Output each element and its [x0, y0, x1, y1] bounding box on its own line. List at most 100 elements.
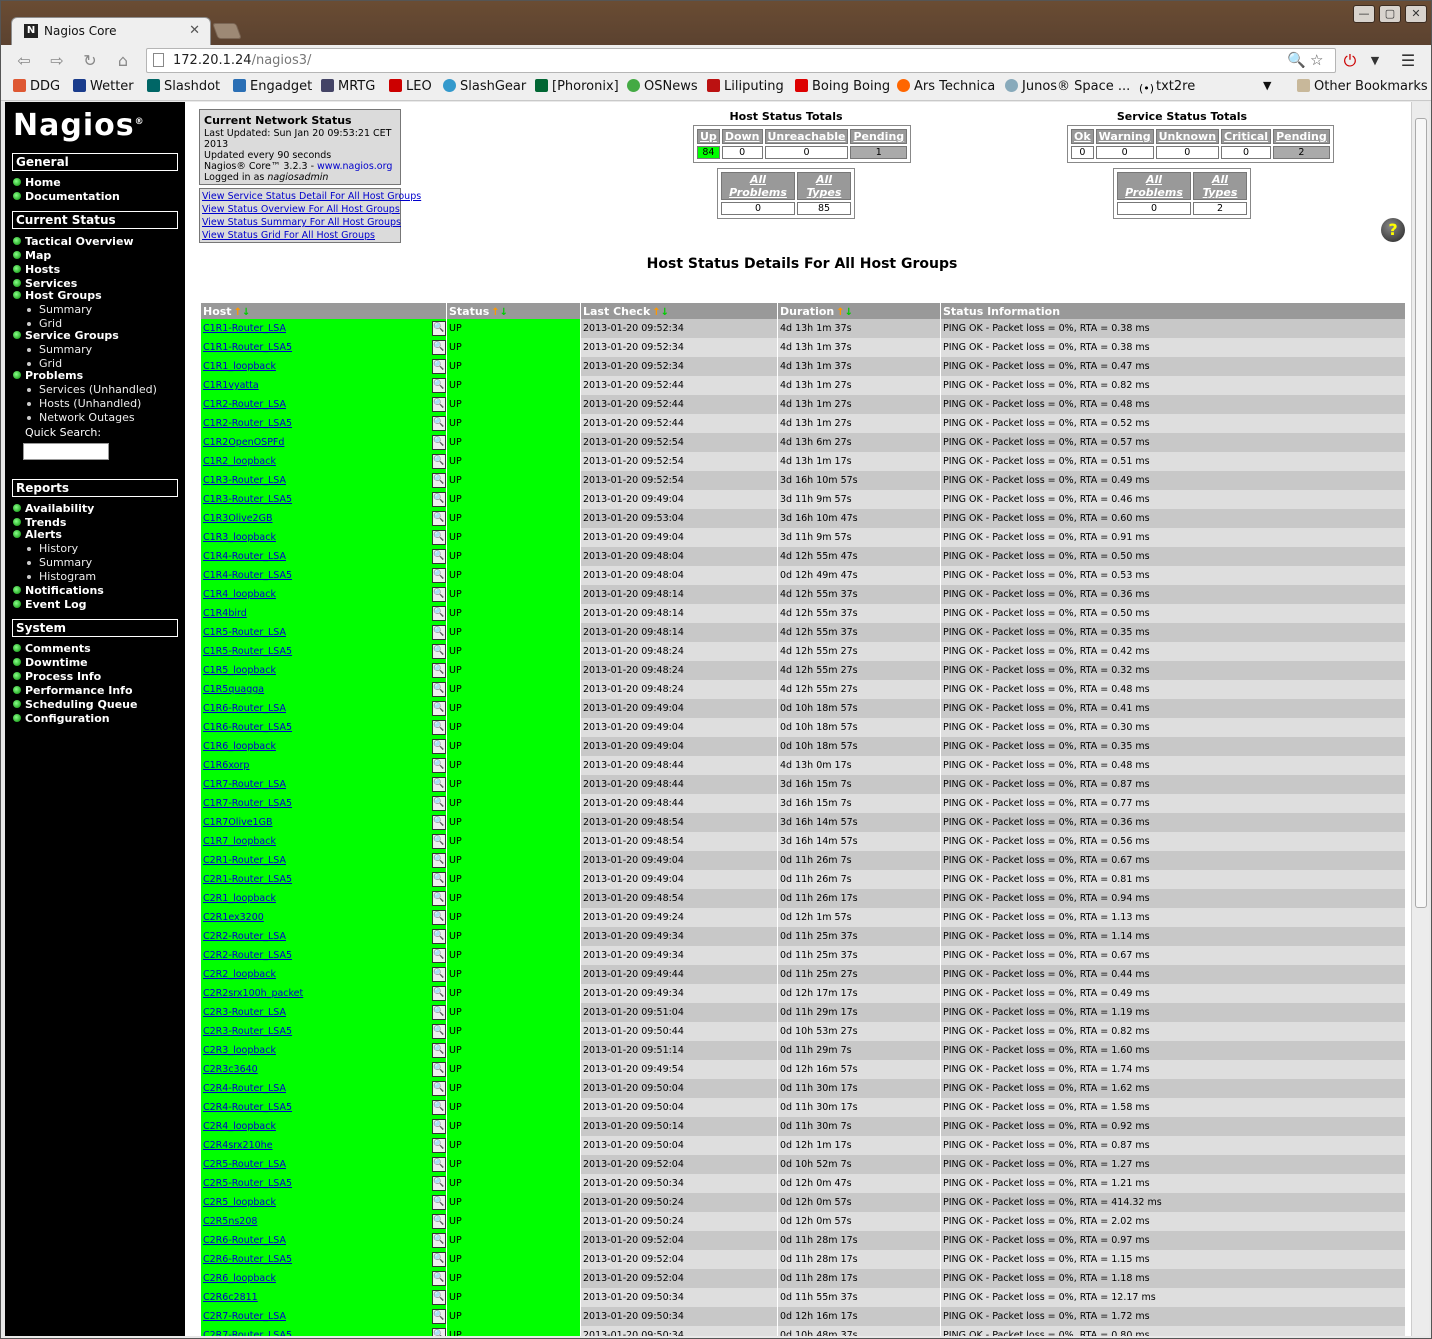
service-details-icon[interactable]: 🔍 — [432, 834, 446, 849]
nav-alerts-history[interactable]: History — [26, 542, 78, 555]
service-details-icon[interactable]: 🔍 — [432, 1043, 446, 1058]
service-details-icon[interactable]: 🔍 — [432, 1195, 446, 1210]
service-details-icon[interactable]: 🔍 — [432, 644, 446, 659]
nav-problems[interactable]: Problems — [12, 369, 83, 382]
nav-alerts[interactable]: Alerts — [13, 528, 62, 541]
bookmark-wetter[interactable]: Wetter — [73, 79, 134, 94]
host-link[interactable]: C2R5ns208 — [203, 1216, 257, 1227]
host-link[interactable]: C2R6-Router_LSA — [203, 1235, 286, 1246]
tab-close-icon[interactable]: ✕ — [189, 23, 200, 38]
nav-comments[interactable]: Comments — [13, 642, 91, 655]
nav-alerts-summary[interactable]: Summary — [26, 556, 92, 569]
nav-alerts-histogram[interactable]: Histogram — [26, 570, 96, 583]
nav-availability[interactable]: Availability — [12, 502, 94, 515]
host-unreachable-header[interactable]: Unreachable — [764, 129, 849, 144]
bookmarks-overflow-icon[interactable]: ▼ — [1263, 79, 1271, 92]
service-details-icon[interactable]: 🔍 — [432, 1062, 446, 1077]
host-link[interactable]: C2R1-Router_LSA — [203, 855, 286, 866]
service-details-icon[interactable]: 🔍 — [432, 986, 446, 1001]
host-link[interactable]: C2R2-Router_LSA5 — [203, 950, 292, 961]
bookmark-boing-boing[interactable]: Boing Boing — [795, 79, 890, 94]
service-details-icon[interactable]: 🔍 — [432, 967, 446, 982]
nav-servicegroup-summary[interactable]: Summary — [26, 343, 92, 356]
help-icon[interactable]: ? — [1381, 218, 1405, 242]
service-details-icon[interactable]: 🔍 — [432, 1233, 446, 1248]
host-link[interactable]: C1R1-Router_LSA5 — [203, 342, 292, 353]
bookmark-slashgear[interactable]: SlashGear — [443, 79, 526, 94]
service-details-icon[interactable]: 🔍 — [432, 473, 446, 488]
nav-hosts-unhandled[interactable]: Hosts (Unhandled) — [26, 397, 141, 410]
host-link[interactable]: C1R5-Router_LSA — [203, 627, 286, 638]
host-link[interactable]: C2R4srx210he — [203, 1140, 273, 1151]
host-link[interactable]: C2R6c2811 — [203, 1292, 258, 1303]
service-details-icon[interactable]: 🔍 — [432, 1214, 446, 1229]
sort-arrows-icon[interactable]: ↑↓ — [652, 307, 669, 318]
bookmark-ddg[interactable]: DDG — [13, 79, 60, 94]
nav-tactical-overview[interactable]: Tactical Overview — [13, 235, 134, 248]
service-details-icon[interactable]: 🔍 — [432, 511, 446, 526]
service-details-icon[interactable]: 🔍 — [432, 682, 446, 697]
host-all-types-header[interactable]: All Types — [797, 172, 851, 200]
address-bar[interactable]: 172.20.1.24/nagios3/ 🔍 ☆ — [146, 48, 1336, 73]
host-link[interactable]: C1R2-Router_LSA — [203, 399, 286, 410]
service-details-icon[interactable]: 🔍 — [432, 891, 446, 906]
service-details-icon[interactable]: 🔍 — [432, 397, 446, 412]
service-details-icon[interactable]: 🔍 — [432, 815, 446, 830]
service-details-icon[interactable]: 🔍 — [432, 948, 446, 963]
nav-downtime[interactable]: Downtime — [13, 656, 88, 669]
service-details-icon[interactable]: 🔍 — [432, 549, 446, 564]
search-icon[interactable]: 🔍 — [1287, 51, 1306, 69]
host-all-problems-header[interactable]: All Problems — [721, 172, 795, 200]
service-details-icon[interactable]: 🔍 — [432, 663, 446, 678]
extension-menu-icon[interactable]: ▼ — [1364, 50, 1386, 72]
nav-configuration[interactable]: Configuration — [13, 712, 110, 725]
bookmark-phoronix[interactable]: [Phoronix] — [535, 79, 619, 94]
service-details-icon[interactable]: 🔍 — [432, 492, 446, 507]
host-link[interactable]: C1R3Olive2GB — [203, 513, 272, 524]
service-details-icon[interactable]: 🔍 — [432, 853, 446, 868]
host-link[interactable]: C2R3_loopback — [203, 1045, 276, 1056]
nav-performance-info[interactable]: Performance Info — [13, 684, 133, 697]
host-link[interactable]: C1R1vyatta — [203, 380, 259, 391]
reload-icon[interactable]: ↻ — [79, 50, 101, 72]
nav-host-groups[interactable]: Host Groups — [13, 289, 102, 302]
nagios-logo[interactable]: Nagios® — [13, 108, 145, 143]
bookmark-liliputing[interactable]: Liliputing — [707, 79, 784, 94]
nav-home[interactable]: Home — [13, 176, 61, 189]
host-link[interactable]: C1R3-Router_LSA5 — [203, 494, 292, 505]
service-details-icon[interactable]: 🔍 — [432, 872, 446, 887]
sort-arrows-icon[interactable]: ↑↓ — [234, 307, 251, 318]
host-link[interactable]: C2R6_loopback — [203, 1273, 276, 1284]
host-link[interactable]: C2R7-Router_LSA5 — [203, 1330, 292, 1336]
link-status-summary[interactable]: View Status Summary For All Host Groups — [202, 216, 401, 229]
service-details-icon[interactable]: 🔍 — [432, 606, 446, 621]
host-link[interactable]: C1R1-Router_LSA — [203, 323, 286, 334]
bookmark-osnews[interactable]: OSNews — [627, 79, 698, 94]
host-link[interactable]: C2R2-Router_LSA — [203, 931, 286, 942]
service-details-icon[interactable]: 🔍 — [432, 1271, 446, 1286]
nav-hosts[interactable]: Hosts — [12, 263, 60, 276]
host-link[interactable]: C1R6_loopback — [203, 741, 276, 752]
service-details-icon[interactable]: 🔍 — [432, 625, 446, 640]
host-link[interactable]: C2R7-Router_LSA — [203, 1311, 286, 1322]
service-details-icon[interactable]: 🔍 — [432, 1309, 446, 1324]
service-details-icon[interactable]: 🔍 — [432, 929, 446, 944]
service-details-icon[interactable]: 🔍 — [432, 530, 446, 545]
sort-arrows-icon[interactable]: ↑↓ — [836, 307, 853, 318]
host-link[interactable]: C1R2OpenOSPFd — [203, 437, 284, 448]
host-link[interactable]: C1R3_loopback — [203, 532, 276, 543]
back-icon[interactable]: ⇦ — [13, 50, 35, 72]
service-pending-header[interactable]: Pending — [1273, 129, 1330, 144]
window-close-icon[interactable]: ✕ — [1405, 5, 1427, 23]
maximize-icon[interactable]: ▢ — [1379, 5, 1401, 23]
host-link[interactable]: C1R3-Router_LSA — [203, 475, 286, 486]
host-link[interactable]: C1R6-Router_LSA5 — [203, 722, 292, 733]
host-link[interactable]: C2R5-Router_LSA5 — [203, 1178, 292, 1189]
host-link[interactable]: C2R4-Router_LSA5 — [203, 1102, 292, 1113]
forward-icon[interactable]: ⇨ — [46, 50, 68, 72]
service-details-icon[interactable]: 🔍 — [432, 720, 446, 735]
host-link[interactable]: C2R1ex3200 — [203, 912, 264, 923]
service-details-icon[interactable]: 🔍 — [432, 340, 446, 355]
host-link[interactable]: C1R2_loopback — [203, 456, 276, 467]
service-details-icon[interactable]: 🔍 — [432, 1157, 446, 1172]
